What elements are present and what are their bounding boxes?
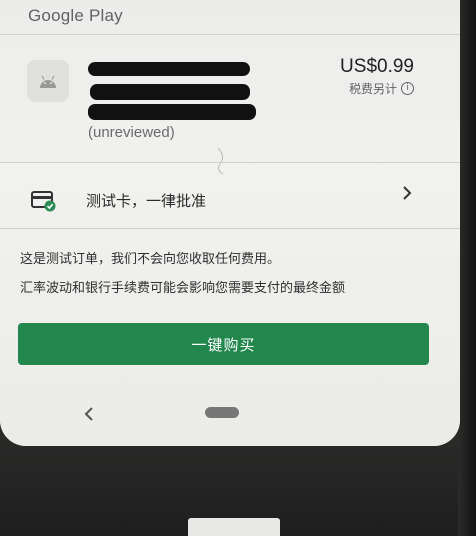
purchase-sheet: Google Play (unreviewed) US$0.99 税费另计 i	[0, 0, 460, 446]
payment-divider	[0, 228, 460, 229]
credit-card-check-icon	[31, 191, 56, 212]
info-icon[interactable]: i	[401, 82, 414, 95]
home-pill[interactable]	[205, 407, 239, 418]
product-divider	[0, 162, 460, 163]
charging-cable	[188, 518, 280, 536]
phone-screen: Google Play (unreviewed) US$0.99 税费另计 i	[0, 0, 460, 446]
redacted-app-subtitle	[90, 84, 250, 100]
payment-method-label: 测试卡，一律批准	[86, 192, 207, 210]
exchange-rate-note: 汇率波动和银行手续费可能会影响您需要支付的最终金额	[20, 281, 346, 296]
header-divider	[0, 34, 460, 35]
payment-method-row[interactable]: 测试卡，一律批准	[0, 164, 460, 228]
app-icon	[27, 60, 69, 102]
phone-edge	[458, 0, 476, 536]
one-click-buy-button[interactable]: 一键购买	[18, 323, 429, 365]
review-status: (unreviewed)	[88, 124, 175, 141]
tax-note: 税费另计 i	[349, 80, 414, 97]
chevron-right-icon[interactable]	[400, 184, 414, 202]
redacted-developer	[88, 104, 256, 120]
android-icon	[40, 75, 56, 88]
tax-note-text: 税费另计	[348, 82, 397, 96]
back-chevron-icon[interactable]	[82, 405, 96, 423]
price-label: US$0.99	[340, 56, 414, 77]
redacted-app-title	[88, 62, 250, 76]
store-header: Google Play	[28, 6, 123, 25]
test-order-note: 这是测试订单，我们不会向您收取任何费用。	[20, 252, 281, 267]
